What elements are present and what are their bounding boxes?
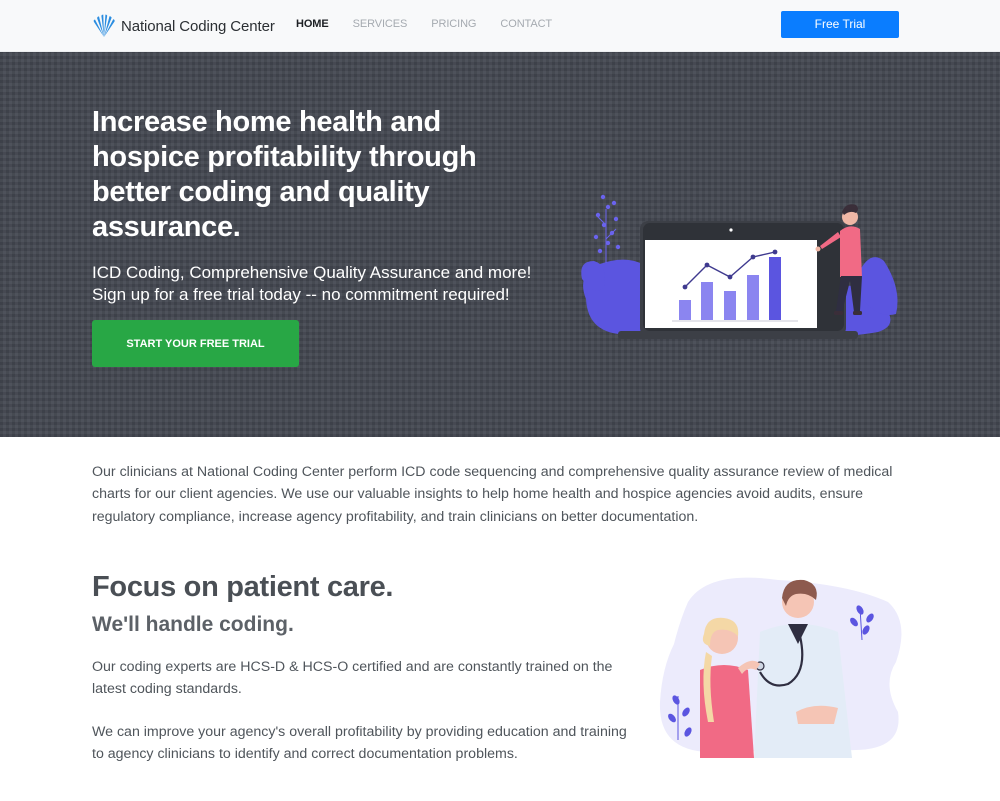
free-trial-button[interactable]: Free Trial [781, 11, 899, 38]
brand-logo-link[interactable]: National Coding Center [91, 13, 275, 39]
presentation-chart-illustration [581, 194, 898, 339]
brand-name: National Coding Center [121, 17, 275, 35]
hero-subtitle: ICD Coding, Comprehensive Quality Assura… [92, 262, 572, 305]
hero-subtitle-line-2: Sign up for a free trial today -- no com… [92, 284, 510, 304]
hero-title: Increase home health and hospice profita… [92, 106, 477, 243]
feature-subtitle: We'll handle coding. [92, 613, 294, 636]
feature-title: Focus on patient care. [92, 571, 394, 603]
nav-link-contact[interactable]: CONTACT [500, 18, 552, 30]
navbar: National Coding Center HOME SERVICES PRI… [0, 0, 1000, 52]
hero-section: Increase home health and hospice profita… [0, 52, 1000, 437]
nav-link-services[interactable]: SERVICES [353, 18, 408, 30]
doctor-patient-illustration [659, 577, 902, 758]
start-free-trial-button[interactable]: START YOUR FREE TRIAL [92, 320, 299, 367]
nav-link-home[interactable]: HOME [296, 18, 329, 30]
intro-paragraph: Our clinicians at National Coding Center… [92, 464, 893, 525]
main-nav: HOME SERVICES PRICING CONTACT [296, 18, 576, 30]
shell-logo-icon [93, 14, 115, 37]
feature-paragraph-profitability: We can improve your agency's overall pro… [92, 724, 627, 763]
nav-link-pricing[interactable]: PRICING [431, 18, 476, 30]
hero-subtitle-line-1: ICD Coding, Comprehensive Quality Assura… [92, 263, 532, 282]
feature-paragraph-certified: Our coding experts are HCS-D & HCS-O cer… [92, 659, 613, 698]
